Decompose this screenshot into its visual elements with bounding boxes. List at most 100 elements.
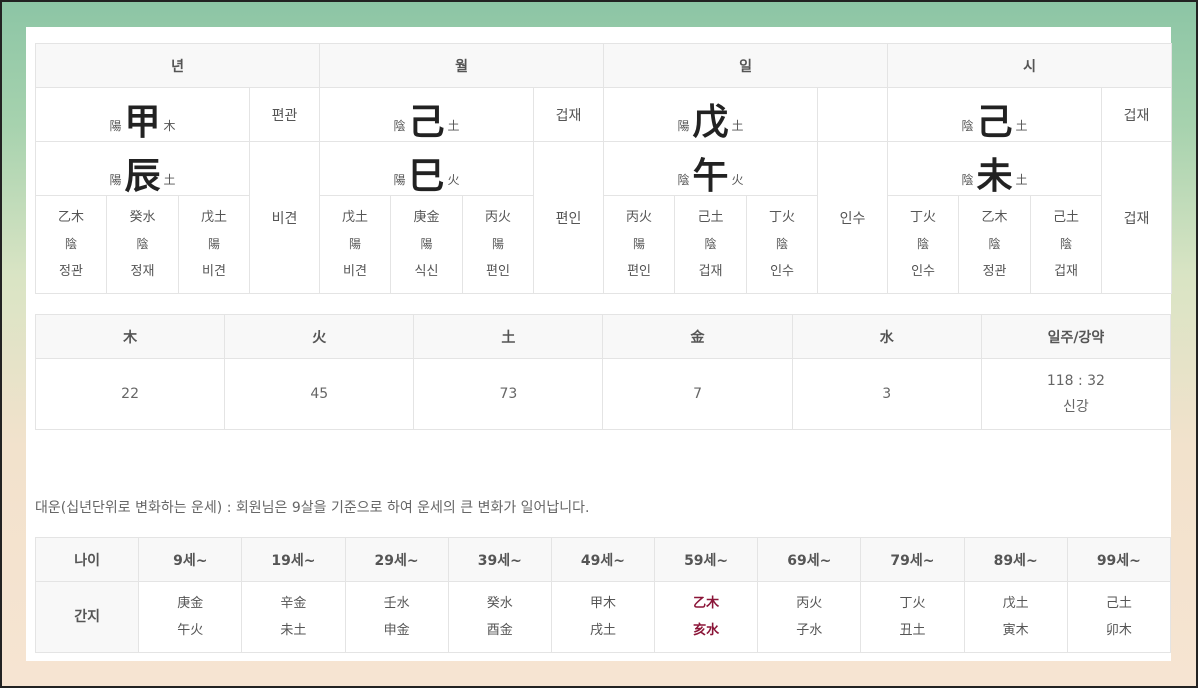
hidden-yinyang: 陰 <box>917 237 930 251</box>
daewoon-branch: 卯木 <box>1105 623 1132 638</box>
hidden-stem: 己土 <box>697 210 724 225</box>
daewoon-branch: 寅木 <box>1002 623 1029 638</box>
branch-element: 火 <box>447 172 460 187</box>
earthly-branch-row: 陽辰土 비견 陽巳火 편인 陰午火 인수 陰未土 겁재 <box>35 141 1173 294</box>
daewoon-branch: 午火 <box>177 623 204 638</box>
daewoon-stem: 癸水 <box>486 596 513 611</box>
ohaeng-header: 火 <box>224 314 415 359</box>
hidden-god: 편인 <box>627 264 651 279</box>
hidden-stem-row: 乙木陰 정관 癸水陰 정재 戊土陽 비견 戊土陽 비견 庚金陽 식신 丙火陽 편인 丙火陽 편인 己土陰 겁재… <box>35 195 1172 294</box>
hidden-god: 비견 <box>202 264 226 279</box>
branch-yinyang: 陽 <box>393 172 406 187</box>
hidden-stem: 乙木 <box>57 210 84 225</box>
hidden-stem-cell: 己土陰 겁재 <box>674 195 748 294</box>
daewoon-ganji-cell: 戊土 寅木 <box>963 581 1068 653</box>
ohaeng-header: 水 <box>791 314 982 359</box>
hidden-god: 편인 <box>486 264 510 279</box>
hidden-stem-cell: 丁火陰 인수 <box>887 195 960 294</box>
branch-character: 辰 <box>124 155 161 197</box>
daewoon-branch: 酉金 <box>486 623 513 638</box>
daewoon-ganji-cell: 丁火 丑土 <box>860 581 965 653</box>
ohaeng-header: 木 <box>34 314 226 359</box>
hidden-stem: 癸水 <box>129 210 156 225</box>
stem-cell-day: 陽戊土 <box>603 87 819 143</box>
branch-character: 午 <box>692 155 729 197</box>
daewoon-branch: 申金 <box>383 623 410 638</box>
hidden-stem-cell: 己土陰 겁재 <box>1030 195 1103 294</box>
hidden-god: 식신 <box>414 264 439 279</box>
hidden-yinyang: 陽 <box>633 237 646 251</box>
daewoon-stem: 庚金 <box>177 596 204 611</box>
ohaeng-value: 22 <box>34 358 226 430</box>
daewoon-stem: 甲木 <box>589 596 616 611</box>
hidden-god: 겁재 <box>1054 264 1078 279</box>
ohaeng-header-row: 木火土金水 일주/강약 <box>34 314 1172 359</box>
stem-character: 戊 <box>692 101 729 143</box>
hidden-stem: 丁火 <box>769 210 796 225</box>
branch-yinyang: 陽 <box>109 172 122 187</box>
daewoon-table: 나이 9세~ 19세~ 29세~ 39세~ 49세~ 59세~ 69세~ 79세~ 89세~ 99세… <box>34 537 1172 653</box>
saju-table: 년 월 일 시 陽甲木 편관 陰己土 겁재 陽戊土陰己土 겁재 陽辰土 비견 陽巳火 편인 陰午火… <box>34 43 1173 294</box>
ohaeng-header: 土 <box>413 314 604 359</box>
ohaeng-value: 73 <box>413 358 604 430</box>
stem-yinyang: 陽 <box>677 118 690 133</box>
hidden-god: 비견 <box>343 264 367 279</box>
ohaeng-value: 45 <box>224 358 415 430</box>
strength-ratio: 118 : 32 <box>1046 373 1105 389</box>
daewoon-description: 대운(십년단위로 변화하는 운세) : 회원님은 9살을 기준으로 하여 운세의… <box>35 500 590 516</box>
pillar-header-day: 일 <box>603 43 889 88</box>
hidden-stem: 丁火 <box>910 210 937 225</box>
daewoon-branch: 丑土 <box>899 623 926 638</box>
daewoon-stem: 丙火 <box>796 596 823 611</box>
hidden-stem-cell: 丙火陽 편인 <box>462 195 535 294</box>
stem-character: 甲 <box>124 101 161 143</box>
hidden-yinyang: 陽 <box>349 237 362 251</box>
branch-cell-year: 陽辰土 <box>35 141 250 197</box>
daewoon-ganji-cell: 乙木 亥水 <box>654 581 759 653</box>
stem-yinyang: 陽 <box>109 118 122 133</box>
hidden-stem: 丙火 <box>485 210 512 225</box>
hidden-stem-cell: 庚金陽 식신 <box>390 195 464 294</box>
branch-yinyang: 陰 <box>961 172 974 187</box>
stem-element: 土 <box>731 118 744 133</box>
daewoon-ganji-cell: 甲木 戌土 <box>550 581 656 653</box>
stem-character: 己 <box>408 101 445 143</box>
pillar-header-month: 월 <box>319 43 605 88</box>
stem-element: 土 <box>1015 118 1028 133</box>
stem-cell-hour: 陰己土 <box>887 87 1103 143</box>
stem-god-hour: 겁재 <box>1101 87 1173 142</box>
branch-cell-day: 陰午火 <box>603 141 819 197</box>
hidden-yinyang: 陰 <box>776 237 789 251</box>
stem-character: 己 <box>976 101 1013 143</box>
stem-god-year: 편관 <box>248 87 321 142</box>
stem-yinyang: 陰 <box>961 118 974 133</box>
heavenly-stem-row: 陽甲木 편관 陰己土 겁재 陽戊土陰己土 겁재 <box>35 87 1173 143</box>
hidden-yinyang: 陰 <box>988 237 1001 251</box>
daewoon-stem: 壬水 <box>383 596 410 611</box>
branch-element: 火 <box>731 172 744 187</box>
pillar-header-year: 년 <box>34 43 321 88</box>
branch-god-year: 비견 <box>248 141 321 294</box>
daewoon-age: 49세~ <box>550 537 656 582</box>
stem-element: 木 <box>163 118 176 133</box>
hidden-god: 인수 <box>911 264 935 279</box>
daewoon-branch: 戌土 <box>589 623 616 638</box>
daewoon-stem: 丁火 <box>899 596 926 611</box>
daewoon-ganji-cell: 癸水 酉金 <box>447 581 552 653</box>
daewoon-ganji-row: 간지 庚金 午火 辛金 未土 壬水 申金 癸水 酉金 甲木 戌土 乙木 亥水 丙火 子水 丁火 丑土 戊土 寅木 己土… <box>34 581 1172 653</box>
hidden-stem-cell: 乙木陰 정관 <box>958 195 1032 294</box>
branch-character: 巳 <box>408 155 445 197</box>
stem-god-day <box>817 87 889 142</box>
branch-yinyang: 陰 <box>677 172 690 187</box>
strength-cell: 118 : 32 신강 <box>980 358 1172 430</box>
hidden-stem-cell: 戊土陽 비견 <box>178 195 250 294</box>
hidden-god: 정관 <box>982 264 1007 279</box>
daewoon-ganji-cell: 壬水 申金 <box>344 581 449 653</box>
daewoon-age: 69세~ <box>757 537 862 582</box>
strength-label: 신강 <box>1063 399 1089 415</box>
daewoon-age: 39세~ <box>447 537 552 582</box>
daewoon-age: 79세~ <box>860 537 965 582</box>
daewoon-branch: 未土 <box>280 623 307 638</box>
pillar-header-hour: 시 <box>887 43 1173 88</box>
daewoon-age: 19세~ <box>241 537 346 582</box>
